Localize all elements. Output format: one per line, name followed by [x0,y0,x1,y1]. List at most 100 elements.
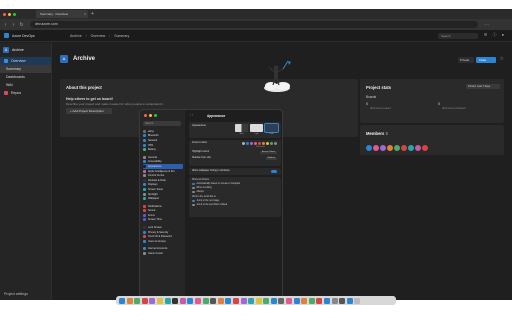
reload-icon[interactable]: ↻ [19,22,24,28]
appearance-light-option[interactable]: Light [250,124,263,135]
maximize-window-button[interactable] [154,114,157,117]
back-icon[interactable]: ‹ [3,22,8,28]
dock-app-icon[interactable] [346,297,353,304]
dock-app-icon[interactable] [308,297,315,304]
dock-app-icon[interactable] [331,297,338,304]
dock-app-icon[interactable] [293,297,300,304]
sidebar-item[interactable]: Overview [0,57,51,65]
dock-app-icon[interactable] [278,297,285,304]
accent-colour-swatch[interactable] [274,141,277,145]
appearance-auto-option[interactable]: Auto [235,124,248,135]
dock-app-icon[interactable] [286,297,293,304]
close-window-button[interactable] [3,12,6,16]
brand-name[interactable]: Azure DevOps [12,34,56,38]
accent-colour-swatch[interactable] [254,141,257,145]
dock-app-icon[interactable] [255,297,262,304]
member-avatar[interactable] [366,145,372,151]
dock-app-icon[interactable] [324,297,331,304]
forward-icon[interactable]: › [11,22,16,28]
dock-app-icon[interactable] [179,297,186,304]
dock-app-icon[interactable] [194,297,201,304]
minimize-window-button[interactable] [149,114,152,117]
dock-app-icon[interactable] [202,297,209,304]
project-switcher[interactable]: A Archive [0,43,51,57]
maximize-window-button[interactable] [13,12,16,16]
dock-app-icon[interactable] [141,297,148,304]
azure-devops-logo-icon[interactable] [4,33,9,38]
radio-option[interactable]: Always [189,190,281,194]
accent-colour-swatch[interactable] [262,141,265,145]
radio-option[interactable]: Jump to the spot that's clicked [189,203,281,207]
radio-button[interactable] [192,203,195,207]
accent-colour-swatch[interactable] [266,141,269,145]
new-tab-button[interactable]: + [91,11,94,17]
breadcrumb-summary[interactable]: Summary [114,34,129,38]
sidebar-item[interactable]: Repos [0,89,51,97]
breadcrumb-overview[interactable]: Overview [91,34,106,38]
dock-app-icon[interactable] [172,297,179,304]
dock-app-icon[interactable] [217,297,224,304]
tab-close-icon[interactable]: × [84,10,86,18]
dock-app-icon[interactable] [156,297,163,304]
dock-app-icon[interactable] [164,297,171,304]
sidebar-item[interactable]: Summary [0,65,51,73]
accent-colour-swatch[interactable] [242,141,245,145]
dock-app-icon[interactable] [263,297,270,304]
dock-app-icon[interactable] [339,297,346,304]
header-icons[interactable]: ☰ ⓘ ● [484,32,506,38]
tab-title: Summary - Overview [40,12,69,16]
url-input[interactable]: dev.azure.com [30,21,478,28]
minimize-window-button[interactable] [8,12,11,16]
dock-app-icon[interactable] [119,297,125,304]
member-avatar[interactable] [380,145,386,151]
appearance-dark-option[interactable]: Dark [264,123,279,135]
invite-button[interactable]: Invite [476,57,496,63]
add-description-button[interactable]: + Add Project Description [66,108,112,114]
dock-app-icon[interactable] [126,297,133,304]
dock-app-icon[interactable] [232,297,239,304]
breadcrumb-project[interactable]: Archive [70,34,82,38]
dock-app-icon[interactable] [316,297,323,304]
radio-button[interactable] [192,190,195,194]
search-input[interactable]: Search [438,33,478,39]
member-avatar[interactable] [401,145,407,151]
dock-app-icon[interactable] [354,297,361,304]
accent-colour-swatch[interactable] [258,141,261,145]
period-dropdown[interactable]: Period: Last 7 days [466,84,500,89]
dock-app-icon[interactable] [248,297,255,304]
settings-search-input[interactable]: Search [143,121,181,126]
accent-colour-swatch[interactable] [246,141,249,145]
sidebar-item[interactable]: Wiki [0,81,51,89]
accent-colour-swatch[interactable] [250,141,253,145]
dock-app-icon[interactable] [149,297,156,304]
member-avatar[interactable] [415,145,421,151]
member-avatar[interactable] [408,145,414,151]
project-settings-link[interactable]: Project settings [4,292,28,296]
tinting-toggle[interactable] [271,169,277,173]
dock-app-icon[interactable] [301,297,308,304]
radio-button[interactable] [192,182,195,186]
sidebar-item[interactable]: Dashboards [0,73,51,81]
member-avatar[interactable] [394,145,400,151]
dock-app-icon[interactable] [187,297,194,304]
dock-app-icon[interactable] [134,297,141,304]
dock-app-icon[interactable] [270,297,277,304]
accent-colour-swatch[interactable] [270,141,273,145]
dock-app-icon[interactable] [225,297,232,304]
settings-list-item[interactable]: Game Center [143,251,183,256]
back-forward-icon[interactable]: ‹ › [190,113,193,117]
close-window-button[interactable] [144,114,147,117]
dock-app-icon[interactable] [240,297,247,304]
member-avatar[interactable] [387,145,393,151]
private-button[interactable]: Private [458,57,474,63]
dock-app-icon[interactable] [210,297,217,304]
member-avatar[interactable] [373,145,379,151]
sidebar-icon-size-select[interactable]: Medium [265,156,277,160]
star-icon[interactable]: ☆ [500,56,504,62]
highlight-colour-select[interactable]: Accent Colour [259,150,277,154]
radio-button[interactable] [192,199,195,203]
radio-button[interactable] [192,186,195,190]
browser-tab[interactable]: Summary - Overview × [36,10,88,18]
extensions-icon[interactable]: ⋯ [484,22,491,28]
member-avatar[interactable] [422,145,428,151]
